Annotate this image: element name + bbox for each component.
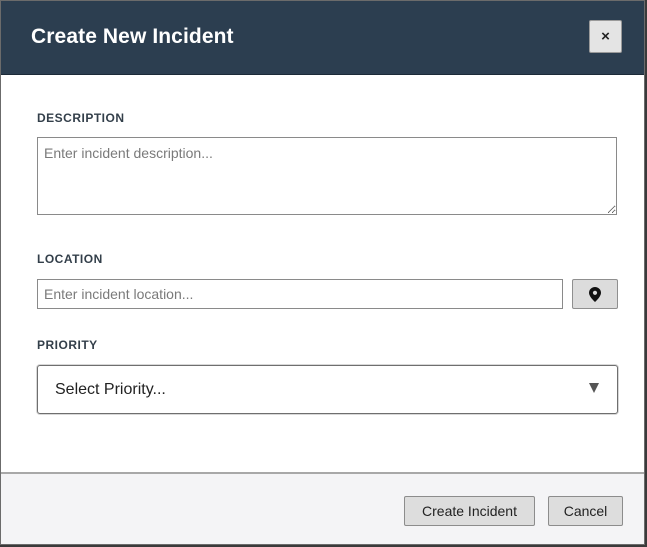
close-icon: × <box>601 28 610 45</box>
map-pin-icon <box>589 286 601 302</box>
dialog-header: Create New Incident × <box>1 1 644 75</box>
location-pin-button[interactable] <box>572 279 618 309</box>
dialog-footer: Create Incident Cancel <box>1 472 644 544</box>
priority-select[interactable]: Select Priority... <box>37 365 618 414</box>
description-label: DESCRIPTION <box>37 111 125 125</box>
priority-label: PRIORITY <box>37 338 98 352</box>
triangle-down-icon <box>589 383 599 393</box>
close-button[interactable]: × <box>589 20 622 53</box>
location-input[interactable] <box>37 279 563 309</box>
cancel-button[interactable]: Cancel <box>548 496 623 526</box>
create-incident-button[interactable]: Create Incident <box>404 496 535 526</box>
location-label: LOCATION <box>37 252 103 266</box>
dialog-title: Create New Incident <box>31 25 234 48</box>
create-incident-dialog: Create New Incident × DESCRIPTION LOCATI… <box>0 0 645 545</box>
description-textarea[interactable] <box>37 137 617 215</box>
priority-selected-value: Select Priority... <box>55 381 166 398</box>
